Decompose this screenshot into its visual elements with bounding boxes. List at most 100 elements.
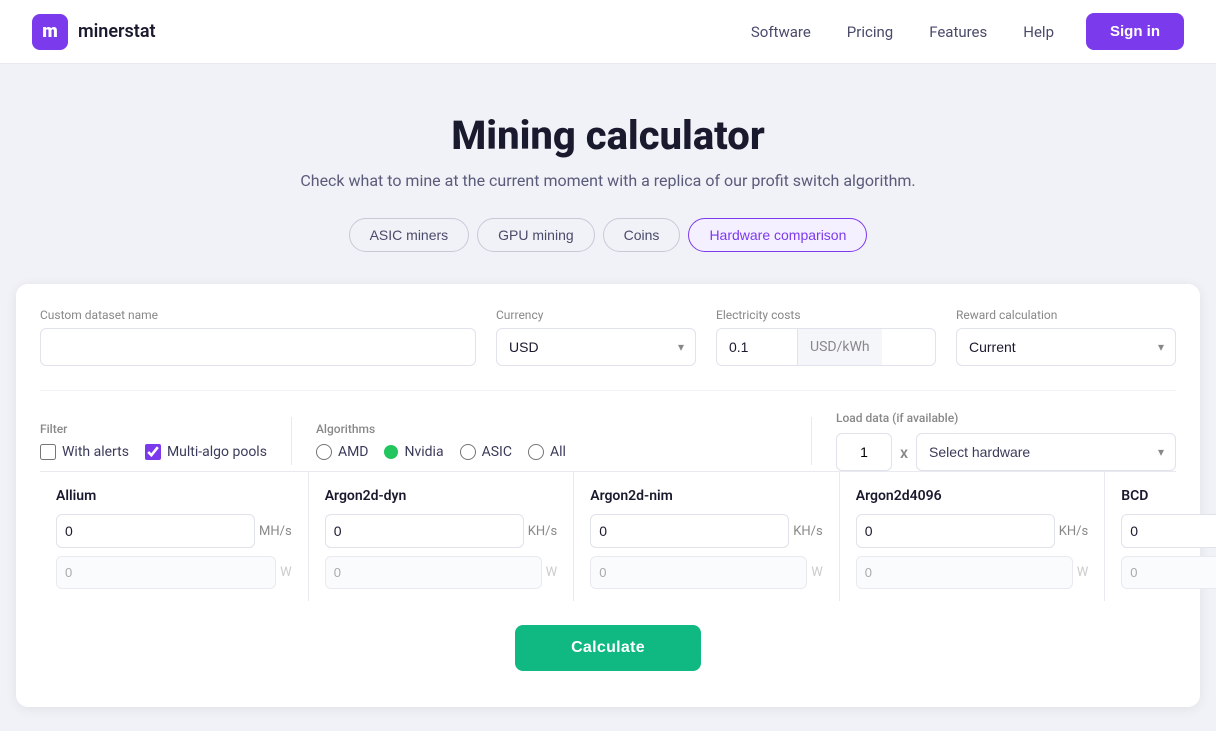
reward-field: Reward calculation Current 1 day avg 3 d… (956, 308, 1176, 366)
algo-hashrate-row: KH/s (325, 514, 558, 548)
main-panel: Custom dataset name Currency USD EUR BTC… (16, 284, 1200, 707)
v-divider-1 (291, 417, 292, 465)
algo-watt-row: W (590, 556, 823, 589)
algo-asic-radio[interactable] (460, 444, 476, 460)
tab-hardware-comparison[interactable]: Hardware comparison (688, 218, 867, 252)
dataset-input[interactable] (40, 328, 476, 366)
allium-watt-unit: W (280, 565, 292, 580)
algo-card-name: Argon2d-nim (590, 488, 823, 504)
currency-select-wrap: USD EUR BTC ETH ▾ (496, 328, 696, 366)
load-data-label: Load data (if available) (836, 411, 1176, 425)
filter-label: Filter (40, 422, 267, 436)
hardware-select[interactable]: Select hardware (916, 433, 1176, 471)
dataset-field: Custom dataset name (40, 308, 476, 366)
navbar: m minerstat Software Pricing Features He… (0, 0, 1216, 64)
load-data-wrap: x Select hardware ▾ (836, 433, 1176, 471)
reward-select[interactable]: Current 1 day avg 3 day avg 7 day avg (956, 328, 1176, 366)
reward-label: Reward calculation (956, 308, 1176, 322)
config-row: Custom dataset name Currency USD EUR BTC… (40, 308, 1176, 366)
tab-asic-miners[interactable]: ASIC miners (349, 218, 470, 252)
with-alerts-label[interactable]: With alerts (40, 444, 129, 460)
argon2d-dyn-hashrate-input[interactable] (325, 514, 524, 548)
algo-amd-label[interactable]: AMD (316, 444, 369, 460)
algo-nvidia-label[interactable]: Nvidia (384, 444, 443, 460)
multi-algo-checkbox[interactable] (145, 444, 161, 460)
currency-field: Currency USD EUR BTC ETH ▾ (496, 308, 696, 366)
algo-card-bcd: BCD MH/s W (1105, 472, 1216, 601)
argon2d-dyn-hashrate-unit: KH/s (528, 524, 558, 539)
dataset-label: Custom dataset name (40, 308, 476, 322)
allium-hashrate-input[interactable] (56, 514, 255, 548)
algo-card-argon2d4096: Argon2d4096 KH/s W (840, 472, 1106, 601)
filter-row: Filter With alerts Multi-algo pools Algo… (40, 390, 1176, 471)
electricity-input-wrap: 0.1 USD/kWh (716, 328, 936, 366)
algo-hashrate-row: KH/s (856, 514, 1089, 548)
quantity-input[interactable] (836, 433, 892, 471)
algo-card-name: Argon2d4096 (856, 488, 1089, 504)
multi-algo-label[interactable]: Multi-algo pools (145, 444, 267, 460)
with-alerts-checkbox[interactable] (40, 444, 56, 460)
bcd-watt-input[interactable] (1121, 556, 1216, 589)
algo-cards-grid: Allium MH/s W Argon2d-dyn KH/s W Argon2d… (40, 471, 1176, 601)
v-divider-2 (811, 417, 812, 465)
algo-card-name: Argon2d-dyn (325, 488, 558, 504)
currency-select[interactable]: USD EUR BTC ETH (496, 328, 696, 366)
argon2d4096-watt-input[interactable] (856, 556, 1073, 589)
nav-links: Software Pricing Features Help (751, 23, 1054, 41)
allium-watt-input[interactable] (56, 556, 276, 589)
argon2d-nim-watt-unit: W (811, 565, 823, 580)
nvidia-dot-icon (384, 445, 398, 459)
algorithm-options: AMD Nvidia ASIC All (316, 444, 787, 460)
argon2d-nim-hashrate-unit: KH/s (793, 524, 823, 539)
algo-watt-row: W (856, 556, 1089, 589)
algo-watt-row: W (1121, 556, 1216, 589)
algorithm-section: Algorithms AMD Nvidia ASIC All (316, 422, 787, 460)
calculate-row: Calculate (40, 601, 1176, 683)
logo-icon: m (32, 14, 68, 50)
algo-asic-label[interactable]: ASIC (460, 444, 512, 460)
algo-card-name: Allium (56, 488, 292, 504)
algo-card-argon2d-dyn: Argon2d-dyn KH/s W (309, 472, 575, 601)
bcd-hashrate-input[interactable] (1121, 514, 1216, 548)
electricity-field: Electricity costs 0.1 USD/kWh (716, 308, 936, 366)
tab-bar: ASIC miners GPU mining Coins Hardware co… (16, 218, 1200, 252)
hero-subtitle: Check what to mine at the current moment… (16, 171, 1200, 190)
tab-gpu-mining[interactable]: GPU mining (477, 218, 594, 252)
sign-in-button[interactable]: Sign in (1086, 13, 1184, 50)
algo-card-argon2d-nim: Argon2d-nim KH/s W (574, 472, 840, 601)
argon2d4096-hashrate-input[interactable] (856, 514, 1055, 548)
nav-software[interactable]: Software (751, 23, 811, 41)
load-data-section: Load data (if available) x Select hardwa… (836, 411, 1176, 471)
nav-help[interactable]: Help (1023, 23, 1054, 41)
x-label: x (900, 443, 908, 462)
calculate-button[interactable]: Calculate (515, 625, 701, 671)
argon2d-nim-watt-input[interactable] (590, 556, 807, 589)
hardware-select-wrap: Select hardware ▾ (916, 433, 1176, 471)
electricity-input[interactable]: 0.1 (717, 329, 797, 365)
algo-watt-row: W (56, 556, 292, 589)
argon2d-dyn-watt-input[interactable] (325, 556, 542, 589)
argon2d4096-watt-unit: W (1077, 565, 1089, 580)
filter-options: With alerts Multi-algo pools (40, 444, 267, 460)
algo-card-name: BCD (1121, 488, 1216, 504)
nav-features[interactable]: Features (929, 23, 987, 41)
allium-hashrate-unit: MH/s (259, 524, 292, 539)
hero-section: Mining calculator Check what to mine at … (0, 64, 1216, 284)
algo-watt-row: W (325, 556, 558, 589)
algo-all-radio[interactable] (528, 444, 544, 460)
electricity-unit: USD/kWh (797, 329, 882, 365)
algo-amd-radio[interactable] (316, 444, 332, 460)
logo[interactable]: m minerstat (32, 14, 156, 50)
argon2d-dyn-watt-unit: W (546, 565, 558, 580)
argon2d-nim-hashrate-input[interactable] (590, 514, 789, 548)
algo-hashrate-row: MH/s (56, 514, 292, 548)
tab-coins[interactable]: Coins (603, 218, 681, 252)
algo-hashrate-row: KH/s (590, 514, 823, 548)
algo-all-label[interactable]: All (528, 444, 566, 460)
logo-text: minerstat (78, 21, 156, 42)
currency-label: Currency (496, 308, 696, 322)
nav-pricing[interactable]: Pricing (847, 23, 893, 41)
electricity-label: Electricity costs (716, 308, 936, 322)
reward-select-wrap: Current 1 day avg 3 day avg 7 day avg ▾ (956, 328, 1176, 366)
algorithms-label: Algorithms (316, 422, 787, 436)
